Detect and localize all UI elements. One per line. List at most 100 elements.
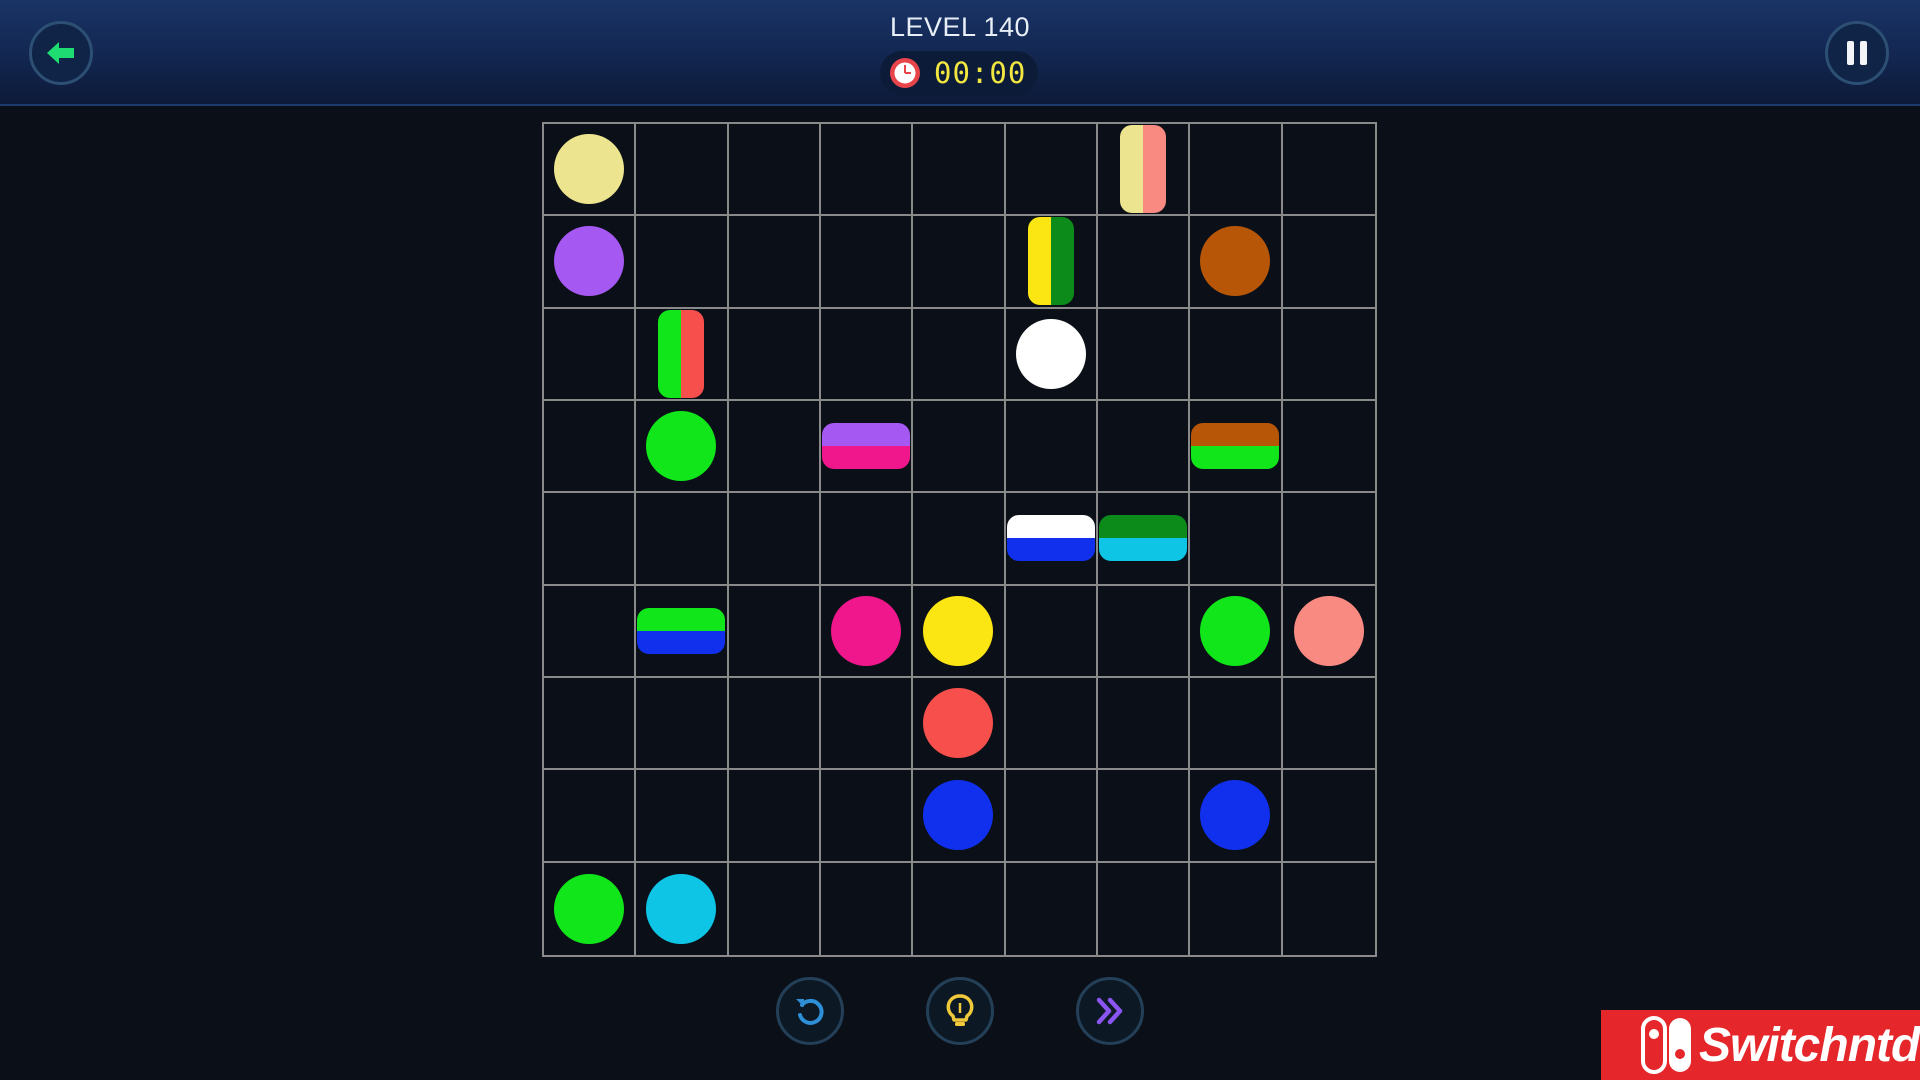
board-cell[interactable] [544,493,637,586]
board-cell[interactable] [544,401,637,494]
hint-button[interactable] [926,977,994,1045]
board-cell[interactable] [1006,862,1098,955]
board-cell[interactable] [544,308,637,401]
board-cell[interactable] [729,862,821,955]
board-cell[interactable] [1005,770,1098,863]
pause-button[interactable] [1825,21,1889,85]
board-cell[interactable] [821,678,914,771]
board-cell[interactable] [636,862,729,955]
board-cell[interactable] [1190,585,1283,678]
board-cell[interactable] [1190,308,1283,401]
board-cell[interactable] [728,124,821,217]
board-cell[interactable] [913,401,1006,494]
board-cell[interactable] [636,216,729,309]
board-cell[interactable] [821,308,914,401]
vertical-bridge-cream-salmon[interactable] [1120,125,1167,214]
board-cell[interactable] [728,401,821,494]
board-cell[interactable] [821,401,914,494]
board-cell[interactable] [913,770,1006,863]
board-cell[interactable] [1005,678,1098,771]
board-cell[interactable] [1282,586,1375,678]
color-dot-blue[interactable] [923,780,994,851]
board-cell[interactable] [1098,678,1191,771]
board-cell[interactable] [636,401,729,494]
color-dot-green[interactable] [646,411,717,482]
undo-button[interactable] [776,977,844,1045]
board-cell[interactable] [728,216,821,309]
board-cell[interactable] [1098,770,1191,863]
board-cell[interactable] [1190,862,1283,955]
color-dot-pink[interactable] [831,595,902,666]
board-cell[interactable] [1190,216,1283,309]
color-dot-blue[interactable] [1200,780,1271,851]
color-dot-purple[interactable] [554,226,625,297]
board-cell[interactable] [821,493,914,586]
board-cell[interactable] [1282,401,1375,494]
vertical-bridge-green-red[interactable] [658,309,705,398]
board-cell[interactable] [1282,216,1375,309]
board-cell[interactable] [1190,401,1283,494]
board-cell[interactable] [1005,308,1098,401]
board-cell[interactable] [821,770,914,863]
board-cell[interactable] [1098,216,1191,309]
board-cell[interactable] [1005,585,1098,678]
board-cell[interactable] [636,124,729,217]
board-cell[interactable] [1190,493,1283,586]
board-cell[interactable] [1282,309,1375,401]
board-cell[interactable] [1190,124,1283,217]
color-dot-cream[interactable] [554,134,625,205]
board-cell[interactable] [1098,585,1191,678]
color-dot-green[interactable] [554,873,625,944]
board-cell[interactable] [1282,493,1375,586]
board-cell[interactable] [636,770,729,863]
board-cell[interactable] [1005,216,1098,309]
board-cell[interactable] [1005,124,1098,217]
board-cell[interactable] [728,308,821,401]
board-cell[interactable] [544,216,637,309]
board-cell[interactable] [1282,678,1375,771]
board-cell[interactable] [728,678,821,771]
color-dot-red[interactable] [923,688,994,759]
board-cell[interactable] [1005,401,1098,494]
board-cell[interactable] [913,585,1006,678]
board-cell[interactable] [1190,770,1283,863]
board-cell[interactable] [728,770,821,863]
color-dot-brown[interactable] [1200,226,1271,297]
board-cell[interactable] [728,585,821,678]
board-cell[interactable] [544,585,637,678]
board-cell[interactable] [821,862,914,955]
board-cell[interactable] [821,124,914,217]
horizontal-bridge-brown-green[interactable] [1191,423,1280,470]
skip-level-button[interactable] [1076,977,1144,1045]
board-cell[interactable] [913,308,1006,401]
board-cell[interactable] [544,770,637,863]
board-cell[interactable] [1282,124,1375,217]
board-cell[interactable] [913,493,1006,586]
board-cell[interactable] [1098,308,1191,401]
board-cell[interactable] [1098,124,1191,217]
board-cell[interactable] [636,585,729,678]
board-cell[interactable] [544,124,637,217]
board-cell[interactable] [728,493,821,586]
board-cell[interactable] [913,124,1006,217]
color-dot-green[interactable] [1200,595,1271,666]
board-cell[interactable] [1098,493,1191,586]
board-cell[interactable] [1282,770,1375,863]
board-cell[interactable] [1098,862,1191,955]
board-cell[interactable] [636,308,729,401]
color-dot-cyan[interactable] [646,873,717,944]
board-cell[interactable] [821,216,914,309]
color-dot-yellow[interactable] [923,595,994,666]
board-cell[interactable] [913,862,1006,955]
board-cell[interactable] [1005,493,1098,586]
horizontal-bridge-white-blue[interactable] [1006,515,1095,562]
horizontal-bridge-purple-pink[interactable] [822,423,911,470]
board-cell[interactable] [821,585,914,678]
board-cell[interactable] [636,678,729,771]
board-cell[interactable] [1098,401,1191,494]
board-cell[interactable] [913,216,1006,309]
horizontal-bridge-darkgreen-cyan[interactable] [1099,515,1188,562]
board-cell[interactable] [1190,678,1283,771]
horizontal-bridge-green-blue[interactable] [637,607,726,654]
board-cell[interactable] [913,678,1006,771]
